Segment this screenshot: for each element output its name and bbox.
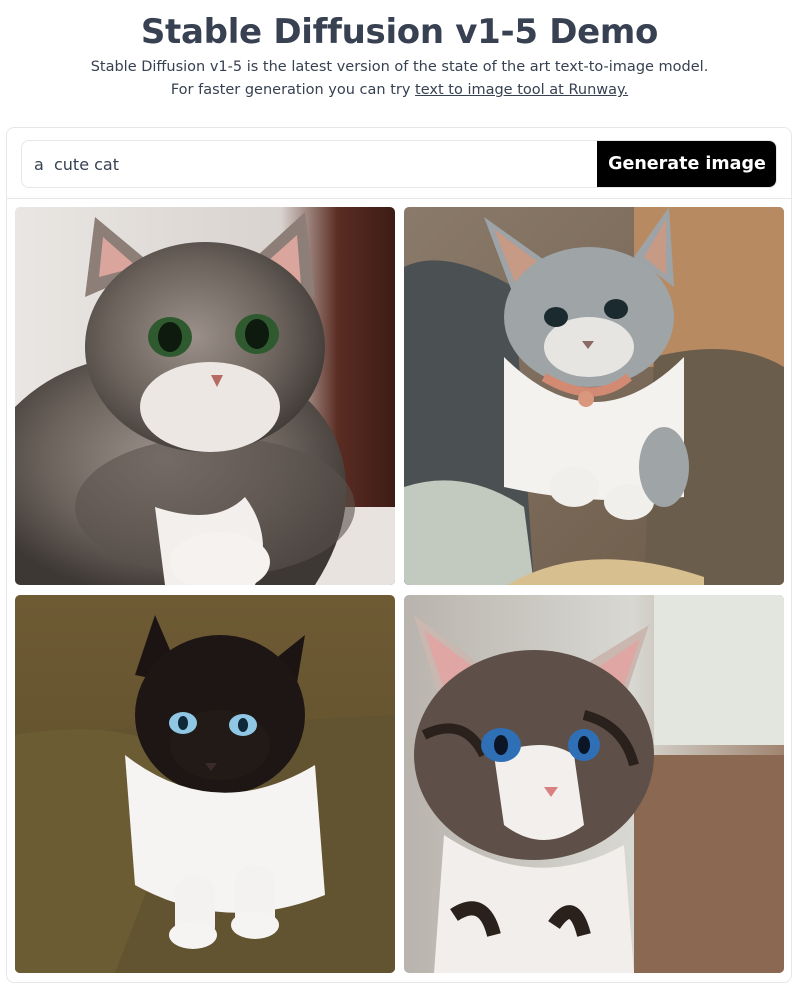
runway-link[interactable]: text to image tool at Runway.	[415, 82, 628, 98]
kitten-image	[404, 595, 784, 973]
prompt-input[interactable]	[22, 141, 597, 187]
subtitle-line-2: For faster generation you can try text t…	[0, 79, 799, 102]
image-gallery	[15, 207, 784, 974]
gallery-image-1[interactable]	[15, 207, 395, 585]
divider	[7, 198, 791, 199]
gallery-image-2[interactable]	[404, 207, 784, 585]
subtitle-line-1: Stable Diffusion v1-5 is the latest vers…	[90, 59, 709, 75]
page-title: Stable Diffusion v1-5 Demo	[140, 12, 659, 52]
prompt-bar: Generate image	[21, 140, 777, 188]
kitten-image	[404, 207, 784, 585]
page-subtitle: Stable Diffusion v1-5 is the latest vers…	[0, 56, 799, 102]
kitten-image	[15, 207, 395, 585]
cat-image	[15, 595, 395, 973]
gallery-image-4[interactable]	[404, 595, 784, 973]
subtitle-line-2-prefix: For faster generation you can try	[170, 82, 416, 98]
demo-panel: Generate image	[6, 127, 792, 983]
generate-image-button[interactable]: Generate image	[597, 141, 776, 187]
gallery-image-3[interactable]	[15, 595, 395, 973]
